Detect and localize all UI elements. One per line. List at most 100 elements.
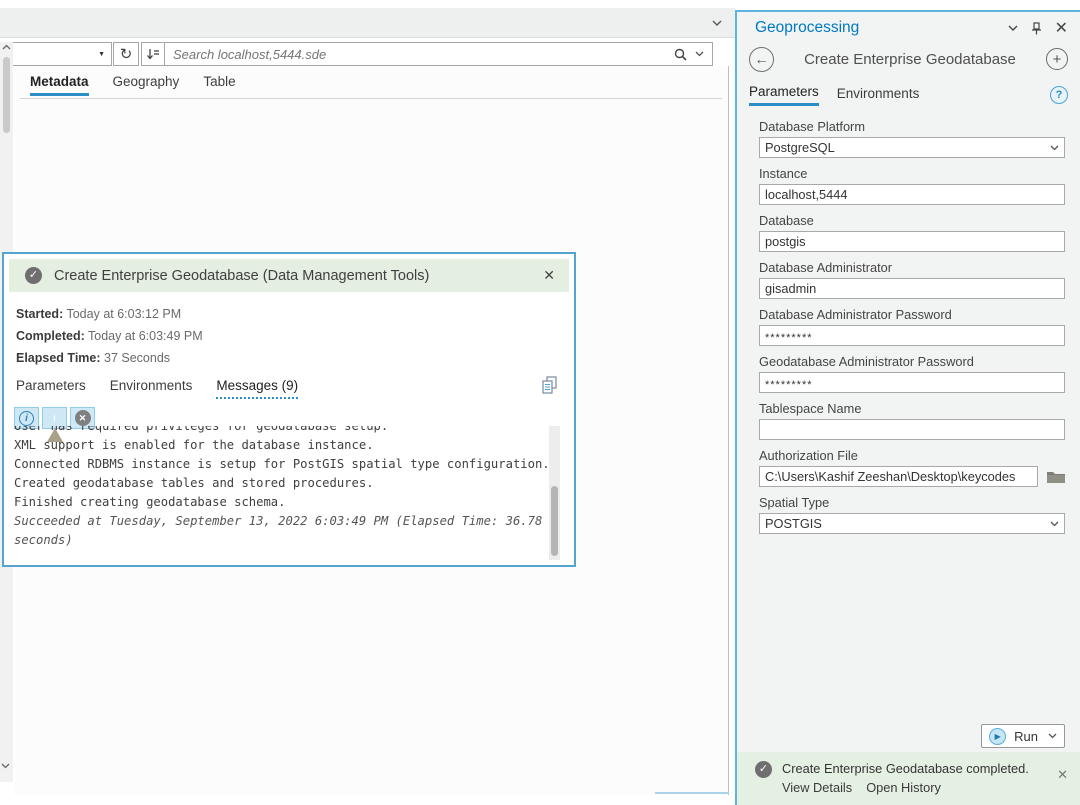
pin-icon[interactable] (1031, 22, 1042, 35)
started-label: Started: (16, 307, 63, 321)
plus-icon: + (1053, 51, 1062, 68)
search-bar (141, 42, 713, 66)
dialog-tab-parameters[interactable]: Parameters (16, 378, 86, 399)
started-row: Started: Today at 6:03:12 PM (16, 303, 562, 325)
authorization-file-input[interactable] (759, 466, 1038, 487)
dialog-close-icon[interactable]: ✕ (543, 267, 555, 284)
selected-value: PostgreSQL (765, 140, 835, 155)
combo-dropdown-icon[interactable]: ▼ (98, 51, 105, 58)
selected-value: POSTGIS (765, 516, 822, 531)
tab-metadata[interactable]: Metadata (30, 74, 89, 96)
pane-menu-chevron-icon[interactable] (712, 20, 722, 27)
elapsed-label: Elapsed Time: (16, 351, 101, 365)
warning-icon: ! (47, 411, 63, 425)
messages-list: User has required privileges for geodata… (14, 426, 550, 560)
back-arrow-icon: ← (755, 51, 769, 67)
field-geodatabase-administrator-password: Geodatabase Administrator Password (759, 354, 1066, 393)
success-check-icon: ✓ (755, 761, 772, 778)
completed-label: Completed: (16, 329, 85, 343)
search-input[interactable] (165, 47, 674, 62)
refresh-button[interactable]: ↻ (113, 42, 139, 66)
play-icon: ▶ (989, 728, 1006, 745)
field-spatial-type: Spatial Type POSTGIS (759, 495, 1066, 534)
info-icon: i (19, 411, 34, 426)
database-administrator-input[interactable] (759, 278, 1065, 299)
view-tabs: Metadata Geography Table (14, 66, 728, 96)
chevron-down-icon (1050, 521, 1059, 527)
panel-menu-chevron-icon[interactable] (1008, 25, 1018, 32)
field-label: Geodatabase Administrator Password (759, 354, 1066, 369)
refresh-icon: ↻ (120, 45, 133, 63)
field-tablespace-name: Tablespace Name (759, 401, 1066, 440)
chevron-down-icon (1050, 145, 1059, 151)
started-value: Today at 6:03:12 PM (66, 307, 181, 321)
geoprocessing-panel: Geoprocessing ✕ ← Create Enterprise Geod… (735, 10, 1080, 805)
panel-tab-environments[interactable]: Environments (837, 86, 920, 105)
help-button[interactable]: ? (1050, 86, 1068, 104)
scrollbar-thumb[interactable] (551, 486, 558, 556)
tab-geography[interactable]: Geography (113, 74, 180, 96)
field-label: Tablespace Name (759, 401, 1066, 416)
tabs-separator (20, 98, 722, 99)
bottom-accent-line (655, 792, 729, 794)
browse-folder-icon[interactable] (1046, 469, 1066, 484)
open-history-link[interactable]: Open History (866, 780, 941, 795)
back-button[interactable]: ← (749, 47, 774, 72)
scroll-up-icon[interactable] (2, 44, 11, 50)
add-to-project-button[interactable]: + (1046, 48, 1068, 70)
panel-title: Geoprocessing (755, 19, 859, 37)
field-database-platform: Database Platform PostgreSQL (759, 119, 1066, 158)
tool-result-dialog: ✓ Create Enterprise Geodatabase (Data Ma… (2, 252, 576, 567)
search-options-chevron-icon[interactable] (695, 51, 704, 57)
dialog-tab-environments[interactable]: Environments (110, 378, 193, 399)
field-label: Instance (759, 166, 1066, 181)
run-options-chevron-icon[interactable] (1048, 733, 1057, 739)
field-authorization-file: Authorization File (759, 448, 1066, 487)
field-database: Database (759, 213, 1066, 252)
success-check-icon: ✓ (25, 267, 42, 284)
database-input[interactable] (759, 231, 1065, 252)
scrollbar-thumb[interactable] (3, 57, 10, 133)
panel-tab-parameters[interactable]: Parameters (749, 84, 819, 106)
notification-message: Create Enterprise Geodatabase completed. (782, 761, 1029, 776)
field-instance: Instance (759, 166, 1066, 205)
completed-value: Today at 6:03:49 PM (88, 329, 203, 343)
sort-button[interactable] (142, 43, 165, 65)
field-label: Database Administrator Password (759, 307, 1066, 322)
tab-table[interactable]: Table (203, 74, 235, 96)
message-line: Connected RDBMS instance is setup for Po… (14, 455, 550, 474)
ribbon-collapsed-band (0, 8, 735, 38)
scroll-down-icon[interactable] (1, 763, 10, 769)
completion-notification: ✓ Create Enterprise Geodatabase complete… (737, 752, 1080, 805)
field-label: Database (759, 213, 1066, 228)
database-platform-select[interactable]: PostgreSQL (759, 137, 1065, 158)
panel-header: Geoprocessing ✕ (737, 12, 1080, 44)
dialog-tab-messages[interactable]: Messages (9) (216, 378, 298, 399)
geodatabase-administrator-password-input[interactable] (759, 372, 1065, 393)
copy-messages-icon[interactable] (541, 376, 558, 394)
tablespace-name-input[interactable] (759, 419, 1065, 440)
spatial-type-select[interactable]: POSTGIS (759, 513, 1065, 534)
message-line: Finished creating geodatabase schema. (14, 493, 550, 512)
error-icon: ✕ (75, 410, 91, 426)
instance-input[interactable] (759, 184, 1065, 205)
catalog-path-combobox[interactable]: ▼ (0, 42, 112, 66)
message-line: Created geodatabase tables and stored pr… (14, 474, 550, 493)
messages-scrollbar[interactable] (549, 426, 560, 560)
notification-close-icon[interactable]: ✕ (1057, 767, 1068, 783)
completed-row: Completed: Today at 6:03:49 PM (16, 325, 562, 347)
dialog-title: Create Enterprise Geodatabase (Data Mana… (54, 268, 429, 284)
sort-icon (146, 48, 160, 60)
panel-close-icon[interactable]: ✕ (1055, 18, 1068, 38)
database-administrator-password-input[interactable] (759, 325, 1065, 346)
succeeded-message: Succeeded at Tuesday, September 13, 2022… (14, 512, 550, 550)
field-database-administrator: Database Administrator (759, 260, 1066, 299)
field-label: Database Platform (759, 119, 1066, 134)
message-line: XML support is enabled for the database … (14, 436, 550, 455)
tool-parameters-form: Database Platform PostgreSQL Instance Da… (737, 106, 1080, 534)
panel-tabs: Parameters Environments ? (737, 74, 1080, 106)
search-icon[interactable] (674, 48, 687, 61)
run-button[interactable]: ▶ Run (981, 724, 1065, 748)
view-details-link[interactable]: View Details (782, 780, 852, 795)
field-label: Database Administrator (759, 260, 1066, 275)
